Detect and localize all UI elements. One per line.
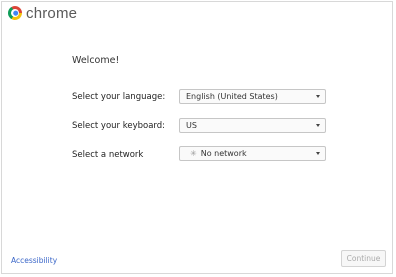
oobe-window: chrome Welcome! Select your language: En… <box>1 1 393 274</box>
keyboard-label: Select your keyboard: <box>72 121 166 131</box>
language-value: English (United States) <box>186 92 278 101</box>
chevron-down-icon <box>316 124 320 127</box>
continue-button[interactable]: Continue <box>341 250 386 267</box>
network-value: No network <box>200 149 247 158</box>
chevron-down-icon <box>316 152 320 155</box>
network-label: Select a network <box>72 150 144 160</box>
keyboard-select[interactable]: US <box>179 118 326 133</box>
language-select[interactable]: English (United States) <box>179 89 326 104</box>
logo-text: chrome <box>26 4 78 22</box>
accessibility-link[interactable]: Accessibility <box>11 256 57 265</box>
wifi-off-icon: ✳ <box>190 149 197 158</box>
chrome-logo: chrome <box>5 3 78 23</box>
keyboard-value: US <box>186 121 197 130</box>
language-label: Select your language: <box>72 92 166 102</box>
chevron-down-icon <box>316 95 320 98</box>
network-select[interactable]: ✳ No network <box>179 146 326 161</box>
welcome-heading: Welcome! <box>72 55 120 66</box>
chrome-logo-icon <box>5 3 25 23</box>
